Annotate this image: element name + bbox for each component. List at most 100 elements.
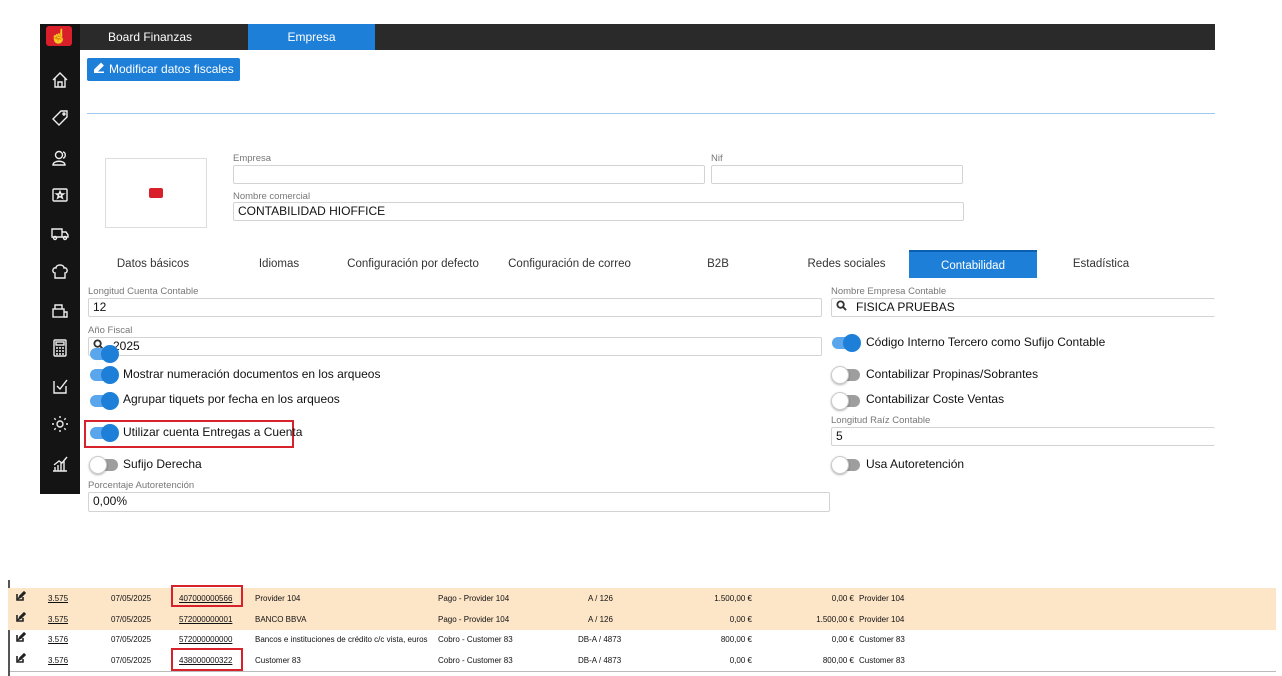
edit-icon[interactable] bbox=[16, 650, 27, 671]
sidebar: ☝ bbox=[40, 24, 80, 494]
cuenta-link[interactable]: 572000000001 bbox=[179, 609, 232, 630]
chart-icon[interactable] bbox=[48, 452, 72, 476]
longitud-cuenta-label: Longitud Cuenta Contable bbox=[88, 286, 199, 297]
asiento-link[interactable]: 3.575 bbox=[48, 588, 68, 609]
tab-configuracion-defecto[interactable]: Configuración por defecto bbox=[339, 250, 487, 278]
mostrar-numeracion-toggle[interactable] bbox=[90, 366, 119, 384]
tab-idiomas[interactable]: Idiomas bbox=[219, 250, 339, 278]
tab-b2b[interactable]: B2B bbox=[652, 250, 784, 278]
agrupar-tiquets-label: Agrupar tiquets por fecha en los arqueos bbox=[123, 392, 340, 406]
tab-configuracion-correo[interactable]: Configuración de correo bbox=[487, 250, 652, 278]
longitud-cuenta-field[interactable]: 12 bbox=[88, 298, 822, 317]
longitud-raiz-field[interactable]: 5 bbox=[831, 427, 1215, 446]
gear-icon[interactable] bbox=[48, 412, 72, 436]
asiento-link[interactable]: 3.575 bbox=[48, 609, 68, 630]
longitud-raiz-label: Longitud Raíz Contable bbox=[831, 415, 931, 426]
porcentaje-autoretencion-label: Porcentaje Autoretención bbox=[88, 480, 195, 491]
debe-cell: 800,00 € bbox=[720, 635, 752, 644]
pencil-icon bbox=[93, 58, 105, 81]
propinas-label: Contabilizar Propinas/Sobrantes bbox=[866, 367, 1039, 381]
concepto-cell: Pago - Provider 104 bbox=[438, 615, 510, 624]
table-row[interactable]: 3.576 07/05/2025 572000000000 Bancos e i… bbox=[8, 629, 1276, 650]
modify-fiscal-data-button[interactable]: Modificar datos fiscales bbox=[87, 58, 240, 81]
nombre-empresa-contable-label: Nombre Empresa Contable bbox=[831, 286, 947, 297]
ledger-table: 3.575 07/05/2025 407000000566 Provider 1… bbox=[0, 580, 1282, 676]
app-logo[interactable]: ☝ bbox=[46, 26, 72, 46]
home-icon[interactable] bbox=[48, 68, 72, 92]
fecha-cell: 07/05/2025 bbox=[111, 635, 152, 644]
nombre-comercial-field[interactable]: CONTABILIDAD HIOFFICE bbox=[233, 202, 964, 221]
haber-cell: 800,00 € bbox=[822, 656, 854, 665]
concepto-cell: Cobro - Customer 83 bbox=[438, 635, 513, 644]
asiento-link[interactable]: 3.576 bbox=[48, 650, 68, 671]
porcentaje-autoretencion-field[interactable]: 0,00% bbox=[88, 492, 830, 512]
tag-icon[interactable] bbox=[48, 106, 72, 130]
chef-hat-icon[interactable] bbox=[48, 260, 72, 284]
tercero-cell: Customer 83 bbox=[859, 635, 905, 644]
tab-board-finanzas[interactable]: Board Finanzas bbox=[90, 24, 210, 50]
haber-cell: 0,00 € bbox=[831, 635, 854, 644]
sufijo-derecha-toggle[interactable] bbox=[89, 456, 118, 474]
agrupar-tiquets-toggle[interactable] bbox=[90, 392, 119, 410]
debe-cell: 0,00 € bbox=[729, 615, 752, 624]
highlight-box bbox=[171, 648, 243, 671]
modify-fiscal-data-label: Modificar datos fiscales bbox=[109, 62, 234, 76]
nif-label: Nif bbox=[711, 153, 723, 164]
debe-cell: 0,00 € bbox=[729, 656, 752, 665]
nif-field[interactable] bbox=[711, 165, 963, 184]
app-window: ☝ Board Finanzas Empresa Modificar datos… bbox=[40, 24, 1215, 512]
checklist-icon[interactable] bbox=[48, 374, 72, 398]
calculator-icon[interactable] bbox=[48, 336, 72, 360]
tab-empresa[interactable]: Empresa bbox=[248, 24, 375, 50]
nombre-empresa-contable-value: FISICA PRUEBAS bbox=[856, 300, 955, 314]
tab-contabilidad[interactable]: Contabilidad bbox=[909, 250, 1037, 278]
nombre-cell: Customer 83 bbox=[255, 656, 301, 665]
coste-ventas-toggle[interactable] bbox=[831, 392, 860, 410]
table-row[interactable]: 3.575 07/05/2025 572000000001 BANCO BBVA… bbox=[8, 609, 1276, 630]
nombre-cell: Bancos e instituciones de crédito c/c vi… bbox=[255, 635, 428, 644]
star-card-icon[interactable] bbox=[48, 183, 72, 207]
concepto-cell: Pago - Provider 104 bbox=[438, 594, 510, 603]
divider bbox=[87, 113, 1215, 114]
edit-icon[interactable] bbox=[16, 609, 27, 630]
concepto-cell: Cobro - Customer 83 bbox=[438, 656, 513, 665]
cash-register-icon[interactable] bbox=[48, 298, 72, 322]
sufijo-derecha-label: Sufijo Derecha bbox=[123, 457, 202, 471]
nombre-comercial-label: Nombre comercial bbox=[233, 191, 311, 202]
utilizar-entregas-label: Utilizar cuenta Entregas a Cuenta bbox=[123, 425, 303, 439]
codigo-interno-label: Código Interno Tercero como Sufijo Conta… bbox=[866, 335, 1106, 349]
tab-redes-sociales[interactable]: Redes sociales bbox=[784, 250, 909, 278]
nombre-empresa-contable-field[interactable]: FISICA PRUEBAS bbox=[831, 298, 1215, 317]
tab-datos-basicos[interactable]: Datos básicos bbox=[87, 250, 219, 278]
edit-icon[interactable] bbox=[16, 629, 27, 650]
tercero-cell: Provider 104 bbox=[859, 594, 905, 603]
fecha-cell: 07/05/2025 bbox=[111, 656, 152, 665]
utilizar-entregas-toggle[interactable] bbox=[90, 424, 119, 442]
documento-cell: A / 126 bbox=[588, 594, 613, 603]
asiento-link[interactable]: 3.576 bbox=[48, 629, 68, 650]
empresa-label: Empresa bbox=[233, 153, 272, 164]
fecha-cell: 07/05/2025 bbox=[111, 594, 152, 603]
propinas-toggle[interactable] bbox=[831, 366, 860, 384]
search-icon bbox=[836, 299, 850, 316]
autoretencion-toggle[interactable] bbox=[831, 456, 860, 474]
truck-icon[interactable] bbox=[48, 221, 72, 245]
codigo-interno-tercero-toggle[interactable] bbox=[832, 334, 861, 352]
users-icon[interactable] bbox=[48, 146, 72, 170]
edit-icon[interactable] bbox=[16, 588, 27, 609]
anio-fiscal-label: Año Fiscal bbox=[88, 325, 133, 336]
company-logo bbox=[149, 188, 163, 198]
codigo-interno-toggle[interactable] bbox=[90, 345, 119, 363]
tab-estadistica[interactable]: Estadística bbox=[1037, 250, 1165, 278]
company-logo-box[interactable] bbox=[105, 158, 207, 228]
top-tab-bar: Board Finanzas Empresa bbox=[80, 24, 1215, 50]
anio-fiscal-field[interactable]: 2025 bbox=[88, 337, 822, 356]
documento-cell: DB-A / 4873 bbox=[578, 635, 622, 644]
autoretencion-label: Usa Autoretención bbox=[866, 457, 965, 471]
empresa-field[interactable] bbox=[233, 165, 705, 184]
cuenta-link[interactable]: 572000000000 bbox=[179, 629, 232, 650]
documento-cell: A / 126 bbox=[588, 615, 613, 624]
main-content: Modificar datos fiscales Empresa Nif Nom… bbox=[80, 50, 1215, 512]
nombre-cell: BANCO BBVA bbox=[255, 615, 307, 624]
ledger-bottom-border bbox=[10, 671, 1276, 672]
